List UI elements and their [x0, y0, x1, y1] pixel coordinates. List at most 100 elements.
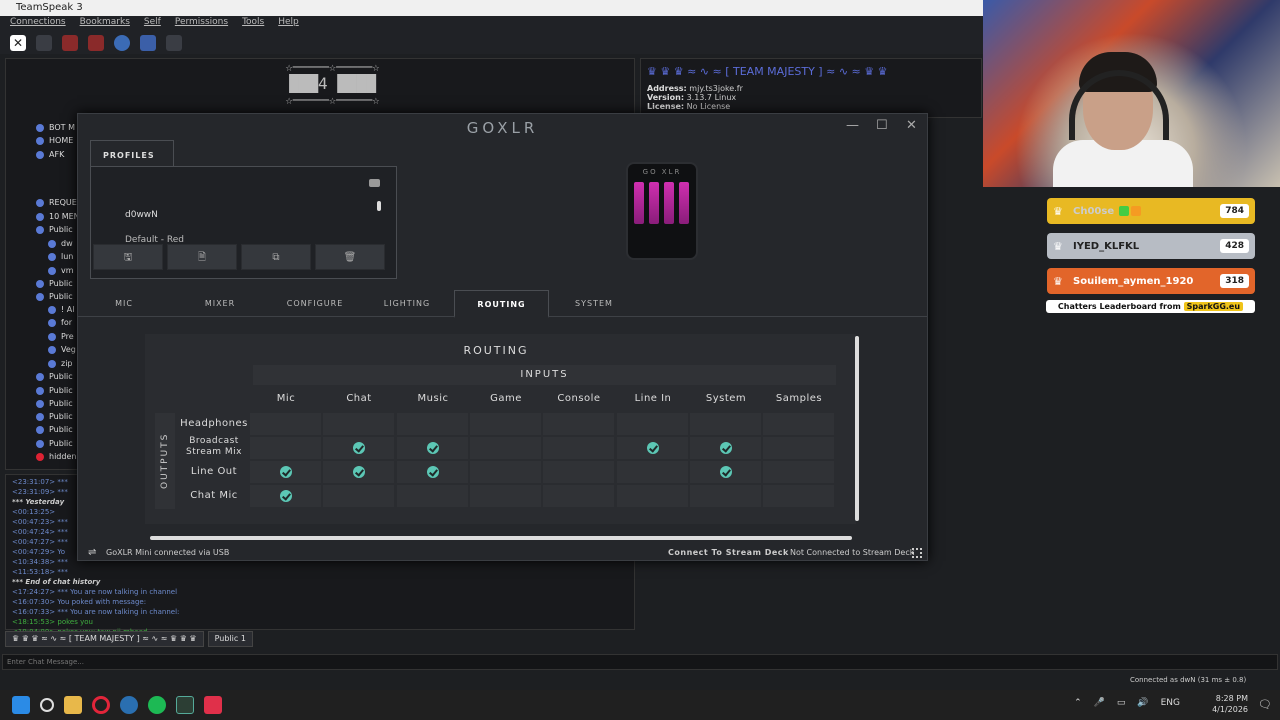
channel-item[interactable]: Public: [36, 372, 73, 381]
routing-cell[interactable]: [250, 437, 321, 459]
menu-permissions[interactable]: Permissions: [175, 17, 228, 31]
channel-item[interactable]: HOME: [36, 136, 73, 145]
channel-item[interactable]: BOT M: [36, 123, 75, 132]
routing-cell[interactable]: [543, 437, 614, 459]
tab-channel-chat[interactable]: Public 1: [207, 631, 253, 647]
minimize-icon[interactable]: —: [846, 118, 859, 133]
routing-scrollbar[interactable]: [855, 336, 859, 521]
chevron-up-icon[interactable]: ⌃: [1074, 698, 1082, 708]
routing-cell[interactable]: [543, 413, 614, 435]
channel-item[interactable]: Public: [36, 225, 73, 234]
routing-cell[interactable]: [763, 413, 834, 435]
routing-cell-enabled[interactable]: [397, 461, 468, 483]
tab-configure[interactable]: CONFIGURE: [276, 290, 354, 317]
channel-item[interactable]: ! Al: [48, 305, 74, 314]
system-clock[interactable]: 8:28 PM 4/1/2026: [1212, 693, 1248, 715]
routing-cell-enabled[interactable]: [397, 437, 468, 459]
language-indicator[interactable]: ENG: [1161, 698, 1180, 708]
channel-item[interactable]: Public: [36, 399, 73, 408]
channel-item[interactable]: for: [48, 318, 72, 327]
routing-cell[interactable]: [397, 413, 468, 435]
routing-cell[interactable]: [323, 485, 394, 507]
routing-cell[interactable]: [250, 413, 321, 435]
menu-help[interactable]: Help: [278, 17, 299, 31]
channel-item[interactable]: REQUE: [36, 198, 77, 207]
chat-message-input[interactable]: [2, 654, 1278, 670]
profiles-tab[interactable]: PROFILES: [90, 140, 174, 167]
streamdeck-app-icon[interactable]: [204, 696, 222, 714]
routing-cell-enabled[interactable]: [690, 437, 761, 459]
microphone-icon[interactable]: 🎤: [1094, 698, 1105, 708]
maximize-icon[interactable]: ☐: [876, 118, 888, 133]
camera-icon[interactable]: [369, 179, 380, 187]
stream-deck-icon[interactable]: [912, 548, 922, 558]
channel-item[interactable]: vm: [48, 266, 74, 275]
whisper-icon[interactable]: [166, 35, 182, 51]
tab-lighting[interactable]: LIGHTING: [371, 290, 443, 317]
routing-cell[interactable]: [470, 485, 541, 507]
routing-cell[interactable]: [470, 413, 541, 435]
profile-item[interactable]: d0wwN: [125, 210, 158, 220]
routing-cell[interactable]: [470, 437, 541, 459]
search-icon[interactable]: [40, 698, 54, 712]
routing-cell[interactable]: [323, 413, 394, 435]
tab-server-chat[interactable]: ♛ ♛ ♛ ≈ ∿ ≈ [ TEAM MAJESTY ] ≈ ∿ ≈ ♛ ♛ ♛: [5, 631, 204, 647]
tab-mic[interactable]: MIC: [88, 290, 160, 317]
channel-item[interactable]: Public: [36, 439, 73, 448]
away-icon[interactable]: [36, 35, 52, 51]
routing-cell[interactable]: [397, 485, 468, 507]
horizontal-scrollbar[interactable]: [150, 536, 852, 540]
routing-cell[interactable]: [763, 437, 834, 459]
volume-icon[interactable]: 🔊: [1137, 698, 1148, 708]
start-icon[interactable]: [12, 696, 30, 714]
channel-item[interactable]: 10 MEN: [36, 212, 80, 221]
channel-item[interactable]: lun: [48, 252, 73, 261]
spotify-icon[interactable]: [148, 696, 166, 714]
routing-cell[interactable]: [690, 413, 761, 435]
routing-cell[interactable]: [690, 485, 761, 507]
routing-cell-enabled[interactable]: [250, 461, 321, 483]
routing-cell-enabled[interactable]: [690, 461, 761, 483]
routing-cell-enabled[interactable]: [323, 437, 394, 459]
channel-item[interactable]: Public: [36, 425, 73, 434]
channel-item[interactable]: Public: [36, 279, 73, 288]
menu-bookmarks[interactable]: Bookmarks: [80, 17, 130, 31]
tab-routing[interactable]: ROUTING: [454, 290, 549, 318]
teamspeak-icon[interactable]: [120, 696, 138, 714]
routing-cell[interactable]: [617, 413, 688, 435]
copy-profile-icon[interactable]: ⧉: [241, 244, 311, 270]
opera-icon[interactable]: [92, 696, 110, 714]
routing-cell-enabled[interactable]: [617, 437, 688, 459]
mute-microphone-icon[interactable]: [62, 35, 78, 51]
channel-item[interactable]: zip: [48, 359, 73, 368]
tab-mixer[interactable]: MIXER: [184, 290, 256, 317]
routing-cell[interactable]: [617, 461, 688, 483]
profiles-scrollbar[interactable]: [377, 201, 381, 211]
menu-connections[interactable]: Connections: [10, 17, 66, 31]
tab-system[interactable]: SYSTEM: [558, 290, 630, 317]
channel-item[interactable]: AFK: [36, 150, 64, 159]
routing-cell[interactable]: [763, 485, 834, 507]
routing-cell[interactable]: [763, 461, 834, 483]
new-profile-icon[interactable]: 🗎: [167, 244, 237, 270]
goxlr-app-icon[interactable]: [176, 696, 194, 714]
notifications-icon[interactable]: 🗨: [1258, 698, 1272, 711]
channel-item[interactable]: hidden: [36, 452, 76, 461]
mute-speakers-icon[interactable]: [88, 35, 104, 51]
routing-cell[interactable]: [543, 461, 614, 483]
subscribe-icon[interactable]: [114, 35, 130, 51]
channel-item[interactable]: dw: [48, 239, 73, 248]
routing-cell[interactable]: [470, 461, 541, 483]
menu-self[interactable]: Self: [144, 17, 161, 31]
file-explorer-icon[interactable]: [64, 696, 82, 714]
channel-item[interactable]: Public: [36, 292, 73, 301]
channel-item[interactable]: Public: [36, 412, 73, 421]
channel-item[interactable]: Veg: [48, 345, 76, 354]
routing-cell[interactable]: [543, 485, 614, 507]
routing-cell-enabled[interactable]: [323, 461, 394, 483]
routing-cell[interactable]: [617, 485, 688, 507]
network-icon[interactable]: ▭: [1117, 698, 1126, 708]
channel-item[interactable]: Pre: [48, 332, 74, 341]
connect-stream-deck-button[interactable]: Connect To Stream Deck: [668, 544, 789, 562]
close-icon[interactable]: ✕: [906, 118, 917, 133]
